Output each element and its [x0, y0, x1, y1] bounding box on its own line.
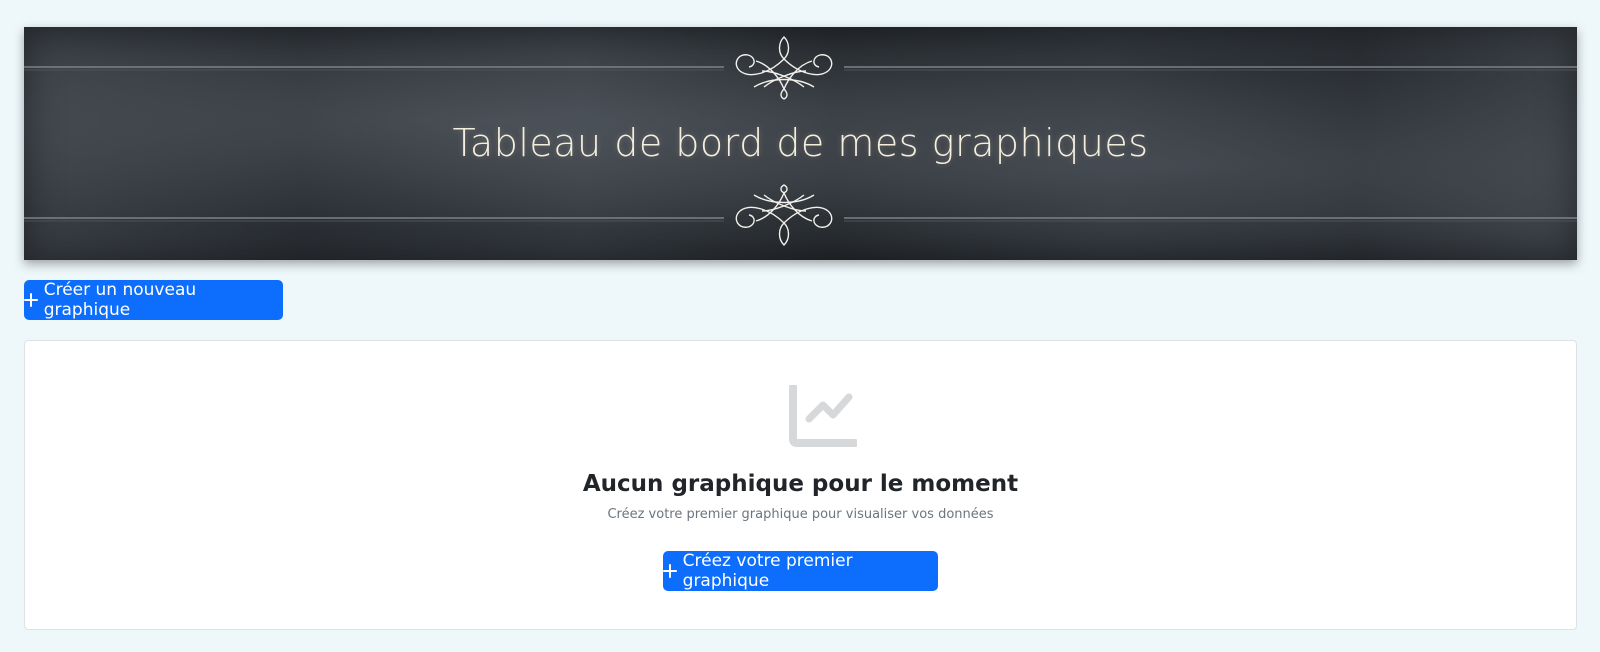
chart-axes — [789, 385, 857, 447]
create-first-chart-button-label: Créez votre premier graphique — [682, 551, 853, 591]
create-chart-button-label: Créer un nouveau graphique — [43, 280, 197, 320]
top-flourish-icon — [735, 36, 833, 100]
chart-trend-line — [805, 393, 853, 423]
plus-icon — [24, 293, 38, 307]
empty-state-card: Aucun graphique pour le moment Créez vot… — [24, 340, 1577, 630]
page: Tableau de bord de mes graphiques Créer … — [0, 0, 1600, 652]
header-banner: Tableau de bord de mes graphiques — [24, 27, 1577, 260]
bottom-flourish-icon — [735, 184, 833, 246]
plus-icon — [663, 564, 677, 578]
create-first-chart-button[interactable]: Créez votre premier graphique — [663, 551, 938, 591]
page-title: Tableau de bord de mes graphiques — [452, 121, 1149, 165]
empty-state-title: Aucun graphique pour le moment — [582, 471, 1019, 497]
create-chart-button[interactable]: Créer un nouveau graphique — [24, 280, 283, 320]
chart-line-icon — [789, 385, 857, 447]
empty-state-subtitle: Créez votre premier graphique pour visua… — [607, 507, 994, 522]
